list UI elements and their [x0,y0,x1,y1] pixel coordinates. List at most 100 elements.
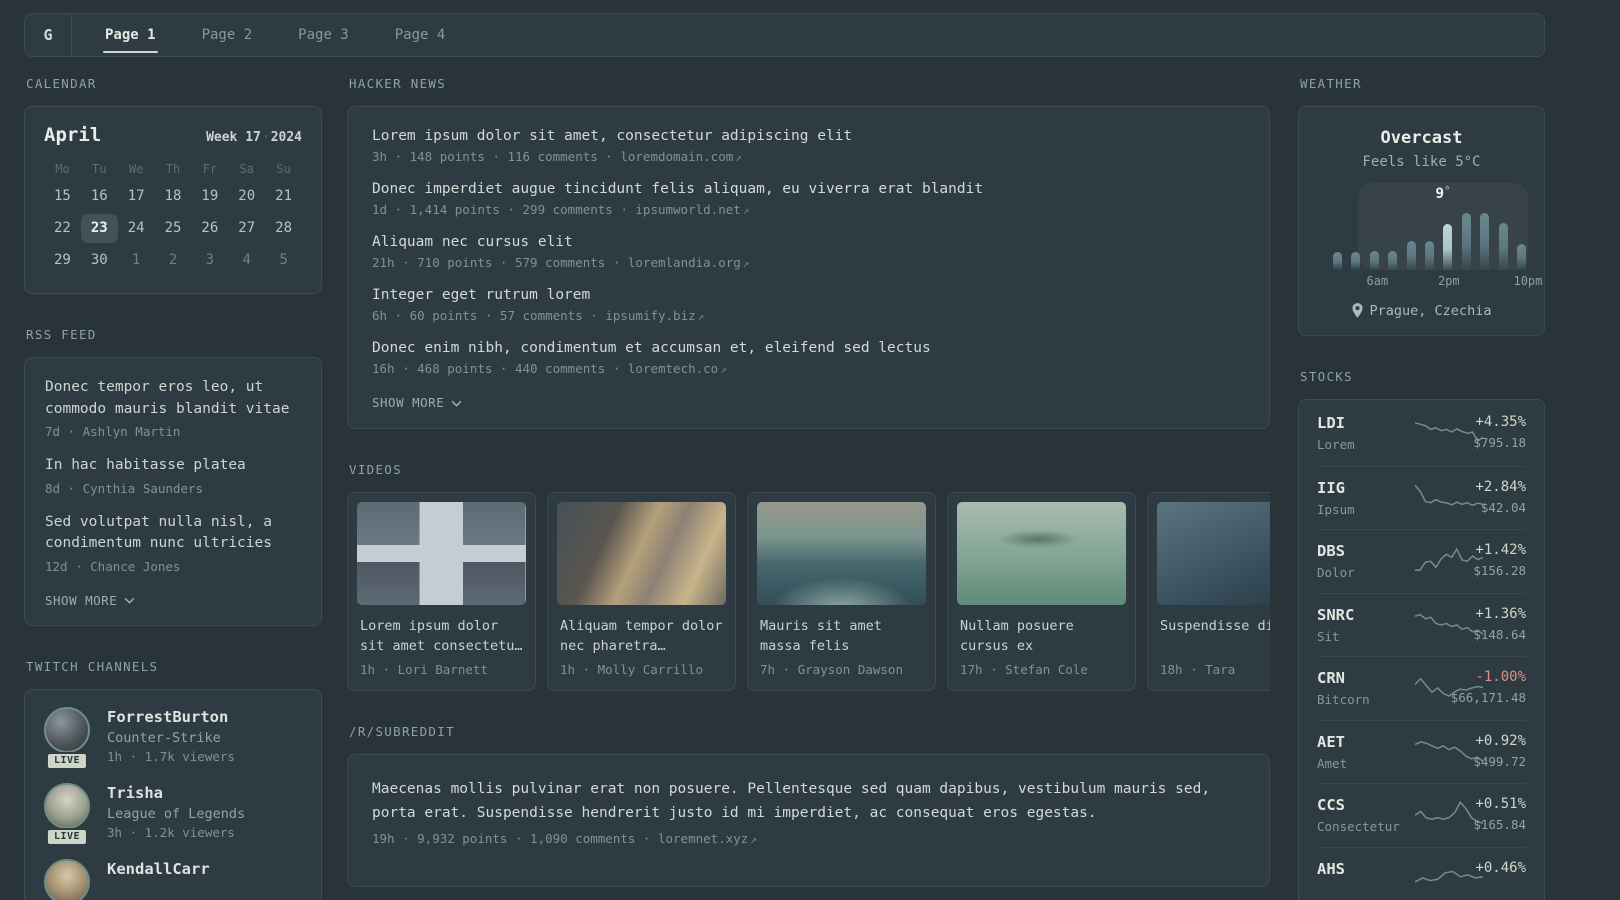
external-link-icon: ↗ [720,363,727,376]
rss-item-meta: 7d · Ashlyn Martin [45,424,181,439]
twitch-channel-row[interactable]: KendallCarr [44,858,302,900]
video-thumbnail[interactable] [757,502,926,605]
stock-price: $795.18 [1473,435,1526,450]
page-tab[interactable]: Page 3 [286,14,361,56]
videos-section: VIDEOS Lorem ipsum dolor sit amet consec… [347,462,1270,691]
twitch-channel-name[interactable]: Trisha [107,784,245,802]
rss-list: Donec tempor eros leo, ut commodo mauris… [45,377,301,574]
rss-show-more-button[interactable]: SHOW MORE [45,593,301,608]
calendar-weekday: Fr [202,162,218,176]
twitch-channel-name[interactable]: ForrestBurton [107,708,235,726]
stock-row[interactable]: LDI Lorem +4.35% $795.18 [1317,402,1526,466]
twitch-channel-row[interactable]: LIVE Trisha League of Legends 3h · 1.2k … [44,782,302,846]
weather-time-label: 10pm [1513,274,1543,288]
hn-story-title[interactable]: Donec imperdiet augue tincidunt felis al… [372,181,1245,197]
stock-values: +4.35% $795.18 [1473,414,1526,450]
stock-id: SNRC Sit [1317,606,1354,644]
weather-hour-bar [1406,241,1416,270]
hn-story-title[interactable]: Aliquam nec cursus elit [372,234,1245,250]
video-thumbnail[interactable] [357,502,526,605]
hn-story-domain-link[interactable]: ipsumworld.net ↗ [635,202,749,217]
calendar-day: 18 [164,188,182,204]
reddit-post-domain-link[interactable]: loremnet.xyz ↗ [658,831,757,846]
weather-time-labels: 6am 2pm 10pm [1333,274,1543,290]
weather-section: WEATHER Overcast Feels like 5°C 9° 6am 2p… [1298,76,1545,336]
video-title[interactable]: Mauris sit amet massa felis [760,616,923,656]
weather-widget: Overcast Feels like 5°C 9° 6am 2pm 10pm Pr… [1298,106,1545,336]
external-link-icon: ↗ [742,204,750,217]
video-thumbnail[interactable] [957,502,1126,605]
stock-name: Consectetur [1317,819,1400,834]
video-meta: 17h · Stefan Cole [960,662,1088,677]
page-tab[interactable]: Page 2 [190,14,265,56]
stock-name: Sit [1317,628,1340,644]
rss-item-title[interactable]: Sed volutpat nulla nisl, a condimentum n… [45,512,301,555]
stock-id: LDI Lorem [1317,414,1355,452]
video-card[interactable]: Nullam posuere cursus ex 17h · Stefan Co… [947,492,1136,691]
video-card[interactable]: Suspendisse diam 18h · Tara [1147,492,1270,691]
twitch-channel-name[interactable]: KendallCarr [107,860,210,878]
hn-story-domain-link[interactable]: loremlandia.org ↗ [628,255,750,270]
page-tab[interactable]: Page 1 [93,14,168,56]
calendar-day: 23 [80,214,118,243]
calendar-weekday-row: Mo Tu We Th Fr Sa Su [44,156,302,182]
stock-change: +1.36% [1475,605,1526,622]
video-card[interactable]: Aliquam tempor dolor nec pharetra… 1h · … [547,492,736,691]
stock-row[interactable]: AHS +0.46% [1317,846,1526,900]
rss-item-title[interactable]: In hac habitasse platea [45,455,301,477]
weather-condition: Overcast [1380,128,1463,148]
weather-hour-bar [1461,213,1471,270]
stock-row[interactable]: IIG Ipsum +2.84% $42.04 [1317,465,1526,530]
calendar-header: CALENDAR [26,76,97,91]
stock-row[interactable]: DBS Dolor +1.42% $156.28 [1317,529,1526,593]
hn-story-stats: 6h · 60 points · 57 comments · [372,308,598,323]
twitch-channel-row[interactable]: LIVE ForrestBurton Counter-Strike 1h · 1… [44,706,302,770]
hn-story-title[interactable]: Integer eget rutrum lorem [372,287,1245,303]
stock-price: $499.72 [1473,753,1526,769]
rss-widget: Donec tempor eros leo, ut commodo mauris… [24,357,322,626]
weather-time-label: 2pm [1437,274,1460,288]
video-title[interactable]: Nullam posuere cursus ex [960,616,1123,656]
twitch-game[interactable]: League of Legends [107,806,245,822]
hn-show-more-button[interactable]: SHOW MORE [372,395,1245,410]
stock-change: +0.51% [1475,796,1526,812]
stock-price: $165.84 [1473,817,1526,832]
hn-story-meta: 3h · 148 points · 116 comments · loremdo… [372,149,1245,164]
hn-story-domain-link[interactable]: loremtech.co ↗ [628,361,727,376]
weather-hour-bar [1516,244,1526,270]
left-column: CALENDAR April Week 17·2024 Mo Tu We Th Fr Sa… [24,76,322,900]
video-thumbnail[interactable] [1157,502,1270,605]
stock-price: $148.64 [1473,626,1526,642]
rss-item: In hac habitasse platea 8d · Cynthia Sau… [45,455,301,496]
weather-bars [1333,213,1526,270]
stock-symbol: AHS [1317,859,1345,878]
stock-price: $156.28 [1473,563,1526,578]
app-logo[interactable]: G [25,14,72,56]
twitch-game[interactable]: Counter-Strike [107,730,235,746]
video-title[interactable]: Suspendisse diam [1160,616,1270,656]
hn-story-title[interactable]: Donec enim nibh, condimentum et accumsan… [372,340,1245,356]
external-link-icon: ↗ [735,151,742,164]
video-thumbnail[interactable] [557,502,726,605]
stock-row[interactable]: CCS Consectetur +0.51% $165.84 [1317,783,1526,847]
stock-price: $66,171.48 [1450,690,1526,705]
rss-item-title[interactable]: Donec tempor eros leo, ut commodo mauris… [45,377,301,420]
stock-row[interactable]: AET Amet +0.92% $499.72 [1317,719,1526,784]
calendar-day: 26 [201,220,219,236]
page-tab[interactable]: Page 4 [383,14,458,56]
weather-hour-bar [1480,213,1490,270]
reddit-post-title[interactable]: Maecenas mollis pulvinar erat non posuer… [372,777,1245,825]
hn-story-stats: 16h · 468 points · 440 comments · [372,361,621,376]
hn-story-domain-link[interactable]: ipsumify.biz ↗ [605,308,704,323]
video-card[interactable]: Lorem ipsum dolor sit amet consectetu… 1… [347,492,536,691]
calendar-day: 19 [201,188,219,204]
calendar-widget: April Week 17·2024 Mo Tu We Th Fr Sa Su 15 16 17… [24,106,322,294]
video-title[interactable]: Aliquam tempor dolor nec pharetra… [560,616,723,656]
video-meta: 1h · Lori Barnett [360,662,488,677]
video-title[interactable]: Lorem ipsum dolor sit amet consectetu… [360,616,523,656]
hn-story-title[interactable]: Lorem ipsum dolor sit amet, consectetur … [372,128,1245,144]
video-card[interactable]: Mauris sit amet massa felis 7h · Grayson… [747,492,936,691]
hn-story-domain-link[interactable]: loremdomain.com ↗ [620,149,742,164]
stock-row[interactable]: CRN Bitcorn -1.00% $66,171.48 [1317,656,1526,720]
stock-row[interactable]: SNRC Sit +1.36% $148.64 [1317,592,1526,657]
